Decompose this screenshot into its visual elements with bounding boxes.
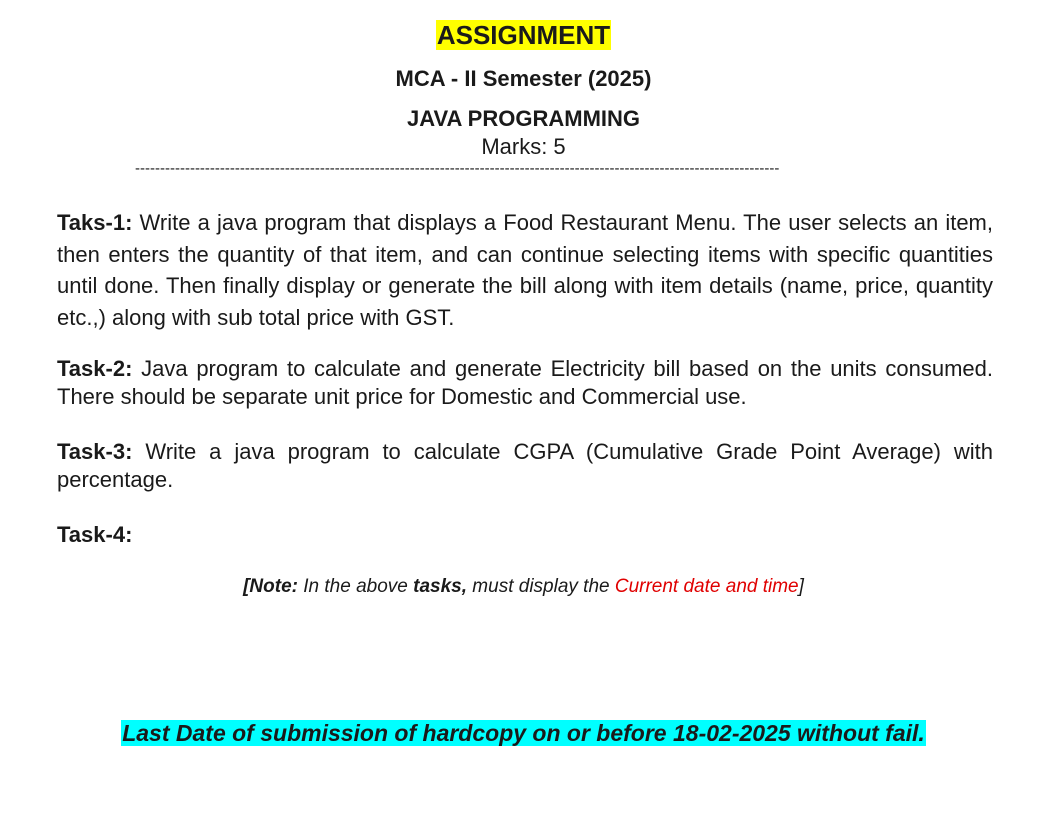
- task-2: Task-2: Java program to calculate and ge…: [57, 355, 993, 411]
- course-name: JAVA PROGRAMMING: [406, 106, 641, 131]
- task-2-label: Task-2:: [57, 356, 133, 381]
- task-3-label: Task-3:: [57, 439, 133, 464]
- marks-line: Marks: 5: [481, 134, 566, 159]
- task-4-label: Task-4:: [57, 522, 133, 547]
- divider-line: ----------------------------------------…: [135, 160, 780, 177]
- task-1: Taks-1: Write a java program that displa…: [57, 207, 993, 333]
- note-highlight: Current date and time: [614, 576, 799, 597]
- task-1-text: Write a java program that displays a Foo…: [57, 210, 993, 330]
- task-2-text: Java program to calculate and generate E…: [57, 356, 993, 409]
- note-line: [Note: In the above tasks, must display …: [0, 576, 1047, 598]
- task-4: Task-4:: [57, 521, 993, 549]
- task-3: Task-3: Write a java program to calculat…: [57, 438, 993, 494]
- note-bold: tasks,: [413, 576, 468, 597]
- deadline-text: Last Date of submission of hardcopy on o…: [121, 720, 926, 746]
- note-label: Note:: [249, 576, 298, 597]
- task-1-label: Taks-1:: [57, 210, 133, 235]
- assignment-page: ASSIGNMENT MCA - II Semester (2025) JAVA…: [0, 0, 1047, 816]
- page-title: ASSIGNMENT: [0, 20, 1047, 51]
- note-text-1: In the above: [297, 576, 414, 597]
- task-3-text: Write a java program to calculate CGPA (…: [57, 439, 993, 492]
- semester-line: MCA - II Semester (2025): [395, 66, 652, 91]
- note-text-2: must display the: [467, 576, 615, 597]
- title-text: ASSIGNMENT: [435, 20, 612, 50]
- deadline-line: Last Date of submission of hardcopy on o…: [0, 720, 1047, 747]
- note-close-bracket: ]: [798, 576, 804, 597]
